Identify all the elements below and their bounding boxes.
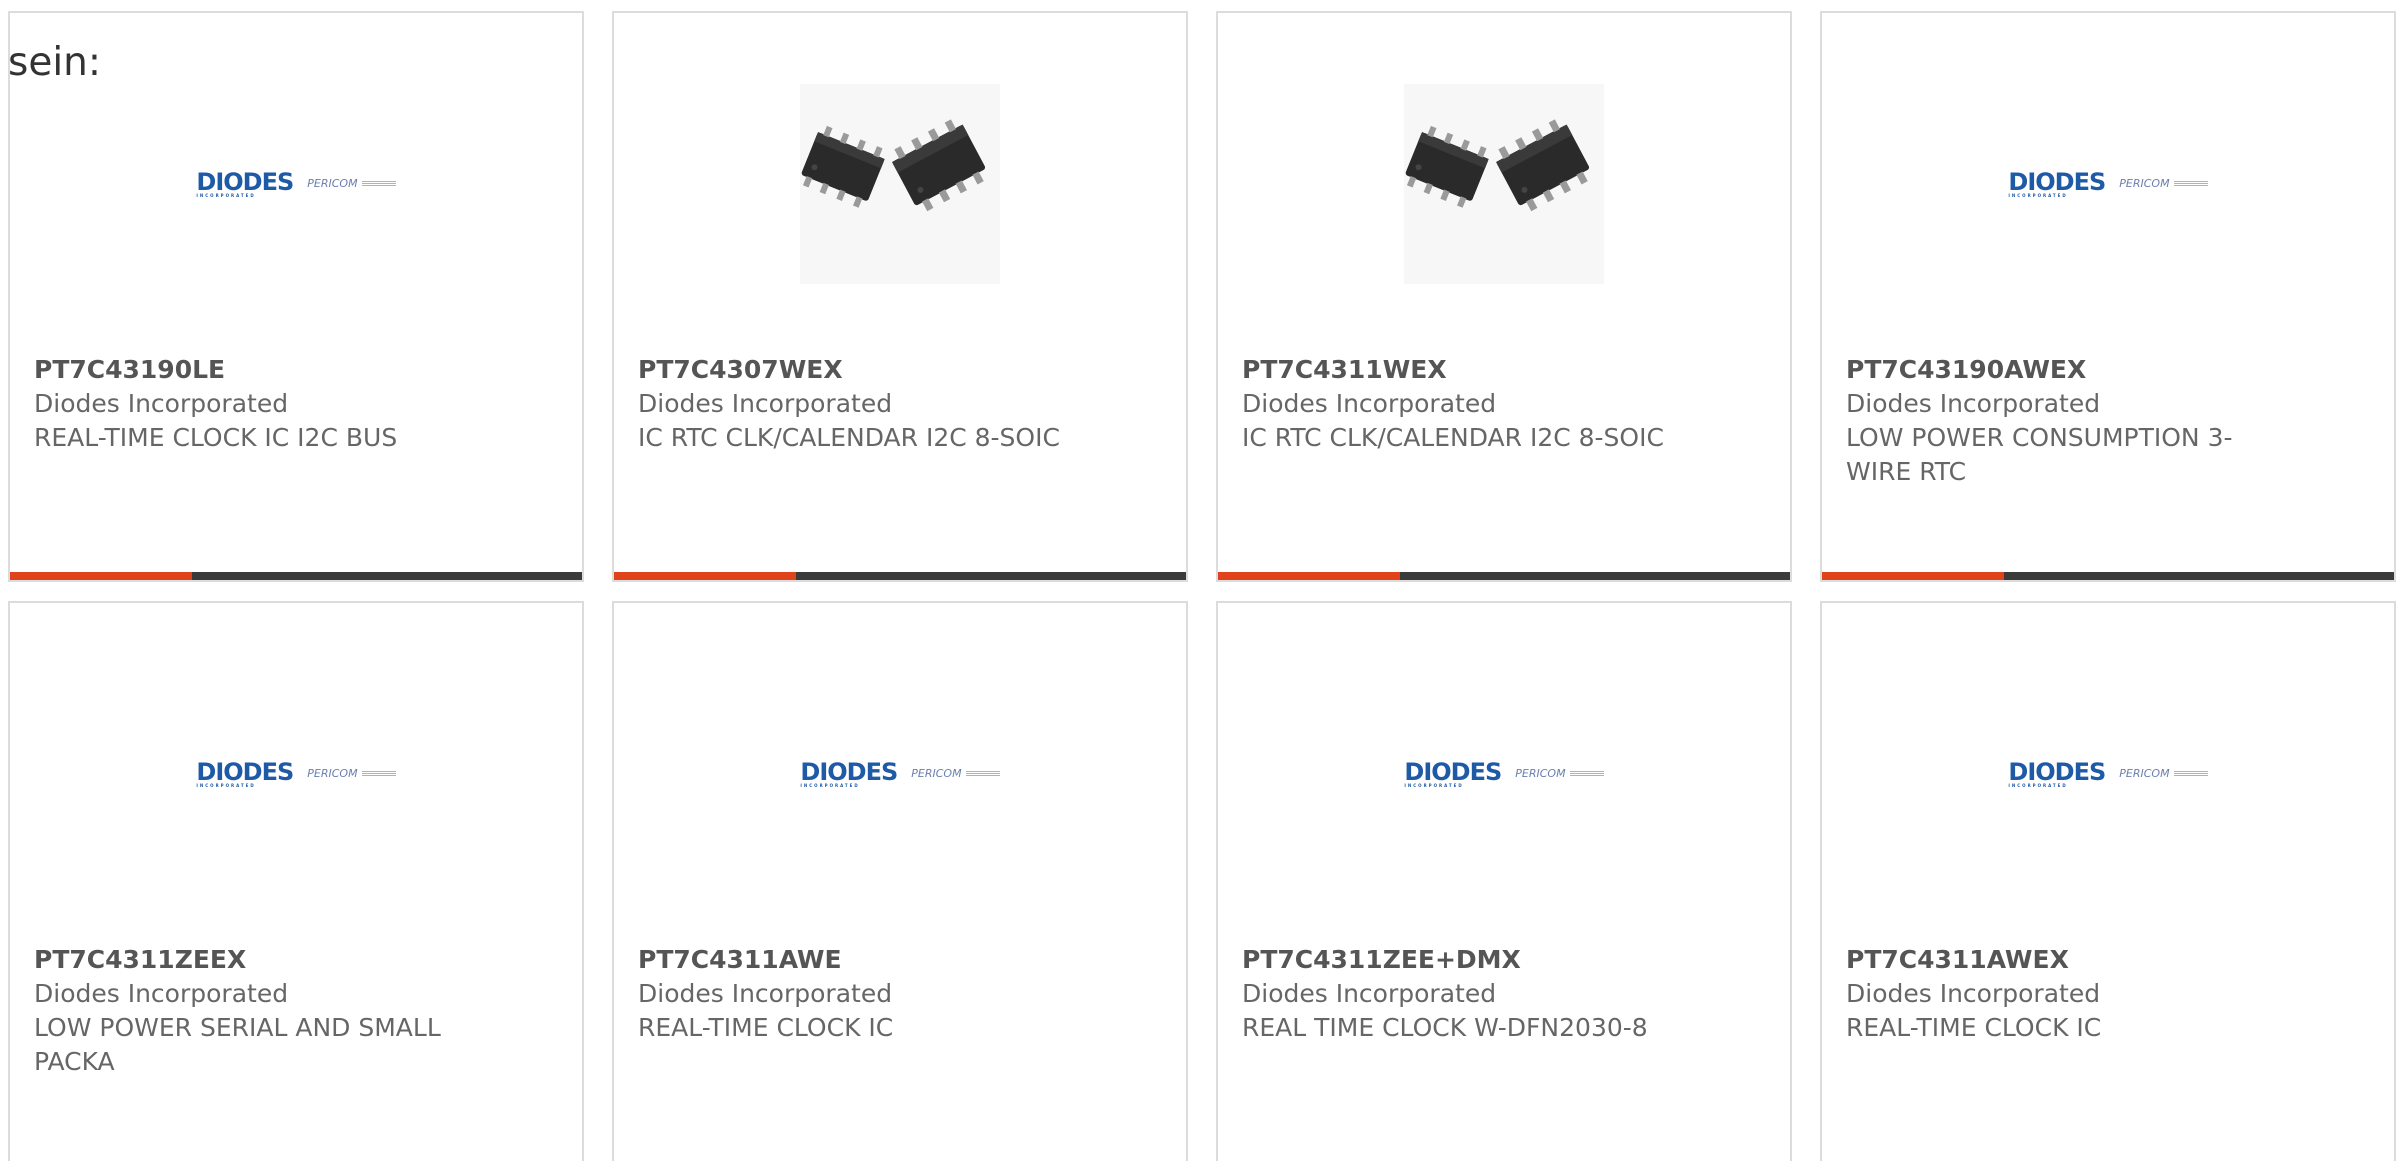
product-card[interactable]: PT7C4311WEX Diodes Incorporated IC RTC C… [1216, 11, 1792, 582]
description: REAL-TIME CLOCK IC I2C BUS [34, 423, 398, 452]
part-number-link[interactable]: PT7C4311AWEX [1846, 943, 2276, 977]
description: REAL-TIME CLOCK IC [638, 1013, 894, 1042]
manufacturer: Diodes Incorporated [638, 979, 893, 1008]
soic-chip-photo [1404, 84, 1604, 284]
manufacturer: Diodes Incorporated [1846, 389, 2101, 418]
part-number-link[interactable]: PT7C4311ZEE+DMX [1242, 943, 1672, 977]
card-footer-bar [10, 572, 582, 580]
part-number-link[interactable]: PT7C43190LE [34, 353, 464, 387]
product-card[interactable]: DIODES INCORPORATED PERICOM PT7C4311AWEX … [1820, 601, 2396, 1161]
card-footer-bar [614, 572, 1186, 580]
product-image[interactable]: DIODES INCORPORATED PERICOM [800, 674, 1000, 874]
product-card[interactable]: DIODES INCORPORATED PERICOM PT7C4311ZEEX … [8, 601, 584, 1161]
soic-chip-photo [800, 84, 1000, 284]
diodes-logo: DIODES INCORPORATED PERICOM [2008, 760, 2208, 788]
diodes-logo: DIODES INCORPORATED PERICOM [800, 760, 1000, 788]
description: REAL TIME CLOCK W-DFN2030-8 [1242, 1013, 1648, 1042]
product-card[interactable]: DIODES INCORPORATED PERICOM PT7C43190AWEX… [1820, 11, 2396, 582]
part-number-link[interactable]: PT7C4311WEX [1242, 353, 1672, 387]
product-card[interactable]: DIODES INCORPORATED PERICOM PT7C43190LE D… [8, 11, 584, 582]
part-number-link[interactable]: PT7C4311AWE [638, 943, 1068, 977]
diodes-logo: DIODES INCORPORATED PERICOM [196, 760, 396, 788]
manufacturer: Diodes Incorporated [1242, 389, 1497, 418]
manufacturer: Diodes Incorporated [1242, 979, 1497, 1008]
manufacturer: Diodes Incorporated [1846, 979, 2101, 1008]
diodes-logo: DIODES INCORPORATED PERICOM [196, 170, 396, 198]
product-card[interactable]: DIODES INCORPORATED PERICOM PT7C4311ZEE+D… [1216, 601, 1792, 1161]
product-image[interactable] [800, 84, 1000, 284]
description: REAL-TIME CLOCK IC [1846, 1013, 2102, 1042]
product-image[interactable] [1404, 84, 1604, 284]
product-image[interactable]: DIODES INCORPORATED PERICOM [196, 84, 396, 284]
part-number-link[interactable]: PT7C4307WEX [638, 353, 1068, 387]
card-footer-bar [1218, 572, 1790, 580]
manufacturer: Diodes Incorporated [34, 389, 289, 418]
product-image[interactable]: DIODES INCORPORATED PERICOM [2008, 84, 2208, 284]
description: IC RTC CLK/CALENDAR I2C 8-SOIC [638, 423, 1060, 452]
part-number-link[interactable]: PT7C43190AWEX [1846, 353, 2276, 387]
manufacturer: Diodes Incorporated [34, 979, 289, 1008]
product-card[interactable]: PT7C4307WEX Diodes Incorporated IC RTC C… [612, 11, 1188, 582]
description: IC RTC CLK/CALENDAR I2C 8-SOIC [1242, 423, 1664, 452]
diodes-logo: DIODES INCORPORATED PERICOM [1404, 760, 1604, 788]
part-number-link[interactable]: PT7C4311ZEEX [34, 943, 464, 977]
description: LOW POWER CONSUMPTION 3-WIRE RTC [1846, 423, 2233, 486]
product-image[interactable]: DIODES INCORPORATED PERICOM [2008, 674, 2208, 874]
product-grid: DIODES INCORPORATED PERICOM PT7C43190LE D… [0, 0, 2400, 1161]
diodes-logo: DIODES INCORPORATED PERICOM [2008, 170, 2208, 198]
manufacturer: Diodes Incorporated [638, 389, 893, 418]
intro-text: sein: [8, 40, 102, 85]
product-image[interactable]: DIODES INCORPORATED PERICOM [1404, 674, 1604, 874]
description: LOW POWER SERIAL AND SMALL PACKA [34, 1013, 441, 1076]
product-card[interactable]: DIODES INCORPORATED PERICOM PT7C4311AWE D… [612, 601, 1188, 1161]
product-image[interactable]: DIODES INCORPORATED PERICOM [196, 674, 396, 874]
card-footer-bar [1822, 572, 2394, 580]
